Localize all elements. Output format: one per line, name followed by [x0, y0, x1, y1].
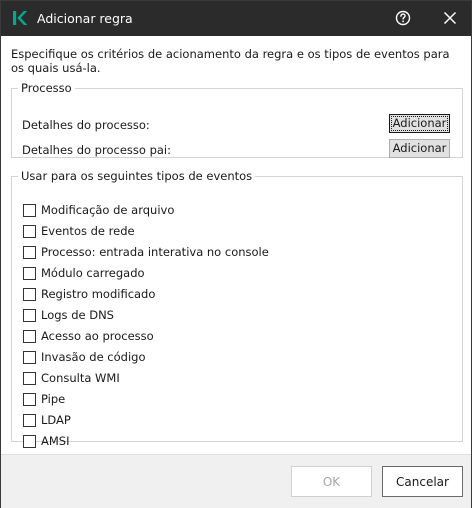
- process-group-legend: Processo: [21, 81, 72, 95]
- event-type-checkbox[interactable]: [23, 246, 36, 259]
- dialog-footer: OK Cancelar: [1, 454, 471, 508]
- description-text: Especifique os critérios de acionamento …: [11, 47, 450, 75]
- event-type-label: AMSI: [41, 434, 70, 448]
- kaspersky-logo-icon: [13, 11, 28, 25]
- event-type-label: LDAP: [41, 413, 71, 427]
- event-type-label: Processo: entrada interativa no console: [41, 245, 269, 259]
- event-type-label: Módulo carregado: [41, 266, 145, 280]
- event-type-label: Modificação de arquivo: [41, 203, 175, 217]
- event-type-checkbox[interactable]: [23, 225, 36, 238]
- event-type-checkbox[interactable]: [23, 351, 36, 364]
- event-type-checkbox[interactable]: [23, 204, 36, 217]
- event-type-label: Acesso ao processo: [41, 329, 154, 343]
- event-type-label: Eventos de rede: [41, 224, 135, 238]
- event-type-label: Logs de DNS: [41, 308, 114, 322]
- dialog-window: Adicionar regra Especifique os critérios…: [0, 0, 472, 508]
- window-title: Adicionar regra: [37, 11, 133, 26]
- title-bar: Adicionar regra: [1, 1, 471, 36]
- add-parent-process-details-button[interactable]: Adicionar: [389, 139, 450, 158]
- event-type-label: Consulta WMI: [41, 371, 120, 385]
- event-type-checkbox[interactable]: [23, 288, 36, 301]
- cancel-button[interactable]: Cancelar: [382, 466, 463, 497]
- process-details-label: Detalhes do processo:: [22, 118, 150, 132]
- close-icon[interactable]: [439, 7, 461, 29]
- help-icon[interactable]: [392, 7, 414, 29]
- event-type-checkbox[interactable]: [23, 372, 36, 385]
- dialog-content: Especifique os critérios de acionamento …: [1, 36, 471, 454]
- process-group: Processo Detalhes do processo: Adicionar…: [11, 81, 463, 158]
- parent-process-details-label: Detalhes do processo pai:: [22, 143, 171, 157]
- ok-button[interactable]: OK: [291, 466, 372, 497]
- event-type-checkbox[interactable]: [23, 435, 36, 448]
- event-type-label: Registro modificado: [41, 287, 156, 301]
- add-process-details-button[interactable]: Adicionar: [389, 114, 450, 133]
- event-types-group-legend: Usar para os seguintes tipos de eventos: [21, 169, 253, 183]
- event-types-group: Usar para os seguintes tipos de eventos …: [11, 169, 463, 448]
- event-type-checkbox[interactable]: [23, 414, 36, 427]
- event-type-label: Invasão de código: [41, 350, 146, 364]
- event-type-checkbox[interactable]: [23, 267, 36, 280]
- event-type-checkbox[interactable]: [23, 330, 36, 343]
- event-type-checkbox[interactable]: [23, 309, 36, 322]
- event-type-checkbox[interactable]: [23, 393, 36, 406]
- event-type-label: Pipe: [41, 392, 66, 406]
